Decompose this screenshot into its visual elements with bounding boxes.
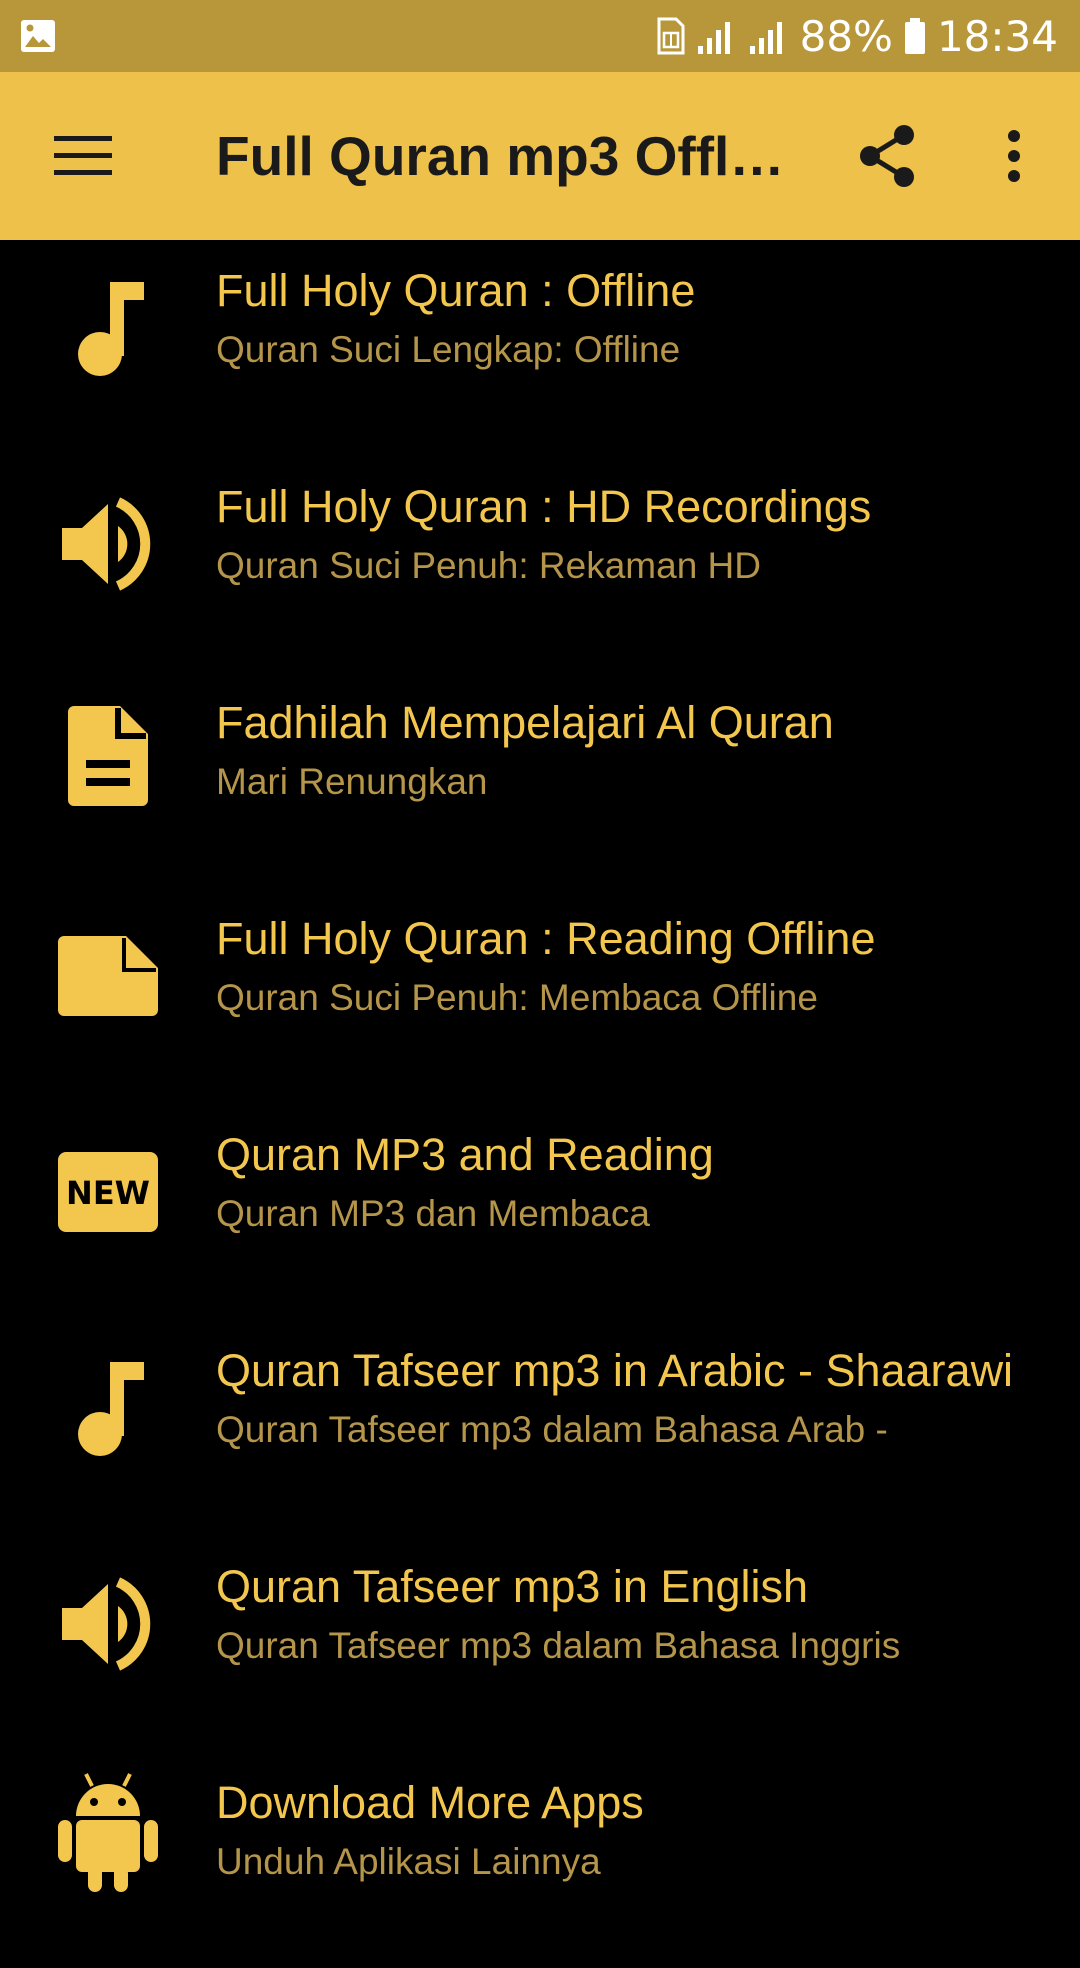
list-item[interactable]: Quran Tafseer mp3 in Arabic - Shaarawi Q… [0,1320,1080,1536]
menu-button[interactable] [28,108,140,204]
item-subtitle: Unduh Aplikasi Lainnya [216,1841,601,1882]
item-title: Full Holy Quran : Offline [216,265,696,316]
more-options-button[interactable] [964,108,1064,204]
item-title: Fadhilah Mempelajari Al Quran [216,697,834,748]
volume-up-icon [48,484,168,604]
list-item[interactable]: Fadhilah Mempelajari Al Quran Mari Renun… [0,672,1080,888]
app-bar: Full Quran mp3 Offline [0,72,1080,240]
item-title: Quran Tafseer mp3 in English [216,1561,808,1612]
item-subtitle: Quran Suci Penuh: Membaca Offline [216,977,818,1018]
item-subtitle: Quran Suci Lengkap: Offline [216,329,681,370]
share-icon [860,125,914,187]
item-subtitle: Quran Tafseer mp3 dalam Bahasa Arab - [216,1409,888,1450]
music-note-icon [48,1348,168,1468]
android-icon [48,1772,168,1892]
note-icon [48,916,168,1036]
music-note-icon [48,268,168,388]
list-item[interactable]: Full Holy Quran : Offline Quran Suci Len… [0,240,1080,456]
image-icon [21,20,55,52]
item-subtitle: Mari Renungkan [216,761,488,802]
sim-card-icon [657,17,685,55]
battery-percent: 88% [799,11,893,61]
signal-icon [697,22,730,54]
signal-icon-2 [749,22,782,54]
document-icon [48,696,168,816]
item-subtitle: Quran Tafseer mp3 dalam Bahasa Inggris [216,1625,901,1666]
item-title: Quran MP3 and Reading [216,1129,714,1180]
new-badge-icon: NEW [48,1132,168,1252]
item-title: Quran Tafseer mp3 in Arabic - Shaarawi [216,1345,1014,1396]
item-subtitle: Quran Suci Penuh: Rekaman HD [216,545,761,586]
item-subtitle: Quran MP3 dan Membaca [216,1193,650,1234]
status-bar: 88% 18:34 [0,0,1080,72]
list-item[interactable]: NEW Quran MP3 and Reading Quran MP3 dan … [0,1104,1080,1320]
item-title: Download More Apps [216,1777,644,1828]
battery-icon [904,18,925,54]
list-item[interactable]: Full Holy Quran : Reading Offline Quran … [0,888,1080,1104]
menu-icon [54,136,112,175]
svg-text:NEW: NEW [66,1174,150,1212]
share-button[interactable] [836,108,940,204]
item-title: Full Holy Quran : HD Recordings [216,481,872,532]
page-title: Full Quran mp3 Offline [216,125,796,187]
list-item[interactable]: Download More Apps Unduh Aplikasi Lainny… [0,1752,1080,1968]
clock: 18:34 [936,11,1058,61]
list-item[interactable]: Quran Tafseer mp3 in English Quran Tafse… [0,1536,1080,1752]
status-icons: 88% 18:34 [656,0,1058,72]
item-title: Full Holy Quran : Reading Offline [216,913,876,964]
volume-up-icon [48,1564,168,1684]
list-item[interactable]: Full Holy Quran : HD Recordings Quran Su… [0,456,1080,672]
more-vert-icon [1008,130,1020,182]
